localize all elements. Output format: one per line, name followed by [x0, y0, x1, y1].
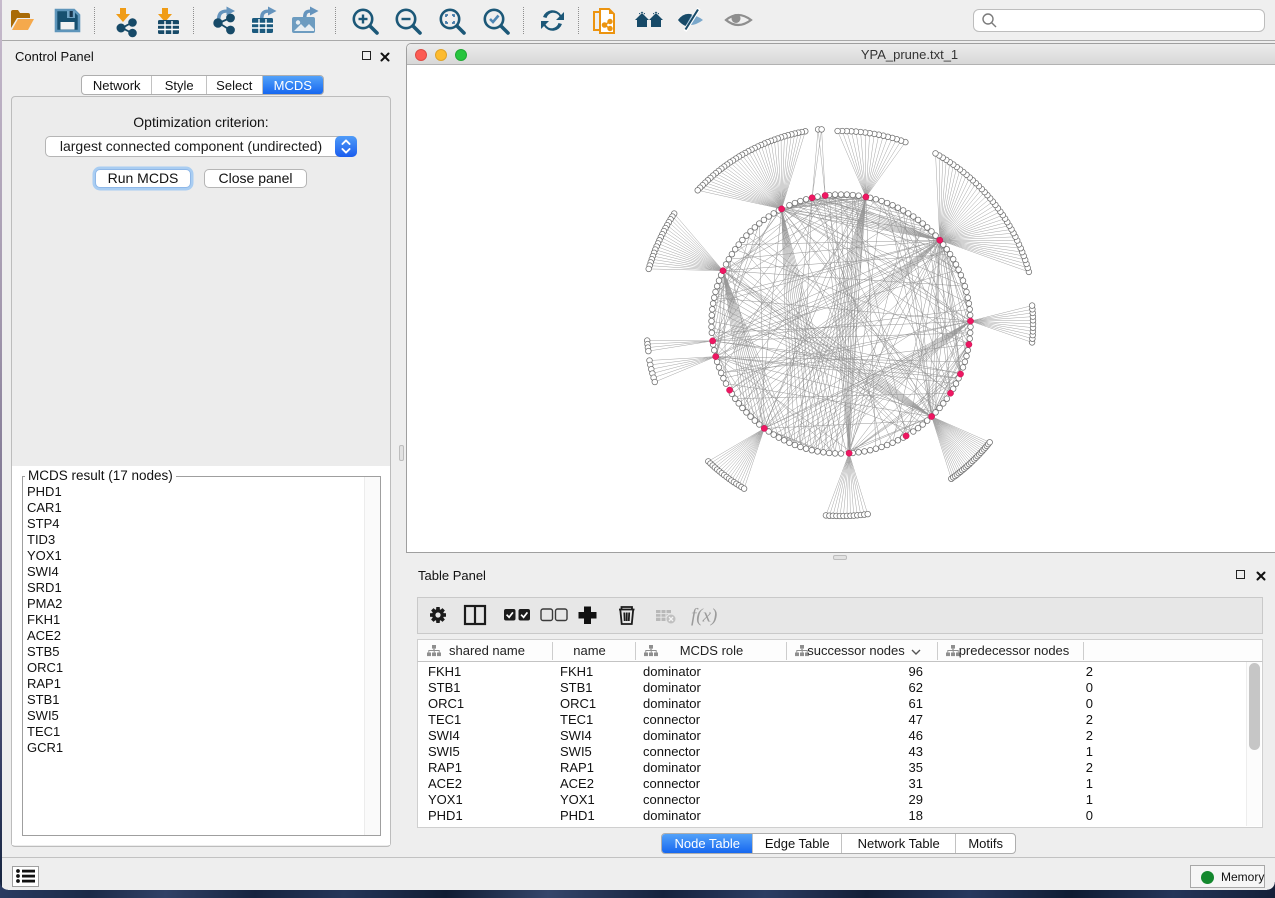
svg-text:f(x): f(x): [691, 606, 717, 627]
